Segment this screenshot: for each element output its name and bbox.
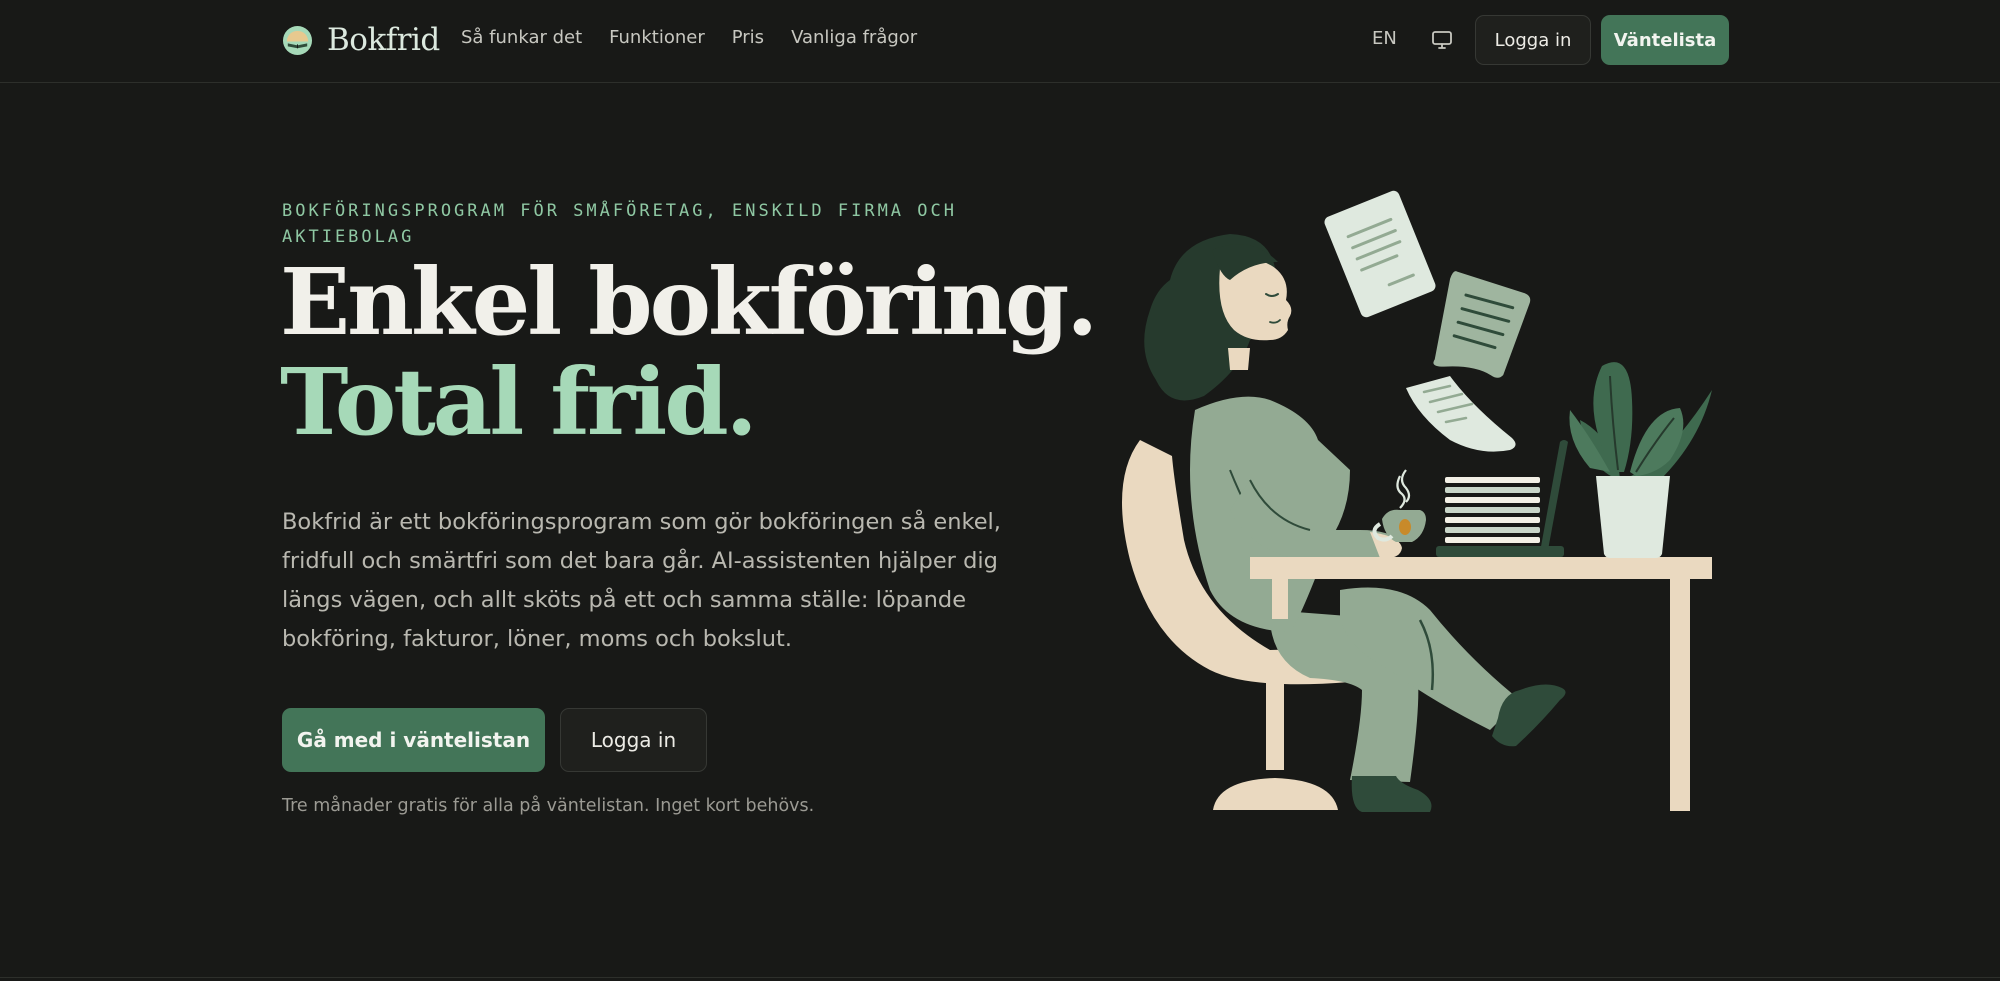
nav-item-pricing[interactable]: Pris [732, 27, 764, 48]
display-mode-toggle[interactable] [1428, 26, 1456, 54]
language-switch[interactable]: EN [1372, 28, 1397, 49]
floating-paper-icon [1406, 376, 1516, 452]
floating-paper-icon [1324, 190, 1436, 318]
main-nav: Så funkar det Funktioner Pris Vanliga fr… [461, 27, 917, 48]
potted-plant-icon [1569, 362, 1712, 558]
nav-item-how-it-works[interactable]: Så funkar det [461, 27, 582, 48]
hero-description: Bokfrid är ett bokföringsprogram som gör… [282, 509, 1001, 652]
desk-top [1250, 557, 1712, 579]
waitlist-note: Tre månader gratis för alla på väntelist… [282, 796, 815, 816]
nav-item-faq[interactable]: Vanliga frågor [791, 27, 917, 48]
headline-line-2: Total frid. [280, 348, 758, 456]
hero-headline: Enkel bokföring. Total frid. [280, 248, 1098, 456]
paper-stack-icon [1445, 477, 1540, 543]
join-waitlist-button[interactable]: Gå med i väntelistan [282, 708, 545, 772]
header-login-button[interactable]: Logga in [1475, 15, 1591, 65]
floating-paper-icon [1433, 271, 1531, 378]
relaxed-woman-at-desk-illustration [1122, 190, 1712, 812]
monitor-icon [1432, 31, 1452, 49]
headline-line-1: Enkel bokföring. [280, 248, 1098, 356]
hero-login-button[interactable]: Logga in [560, 708, 707, 772]
hero-eyebrow: Bokföringsprogram för småföretag, enskil… [282, 201, 957, 247]
brand-name: Bokfrid [327, 22, 440, 58]
brand-logo[interactable]: Bokfrid [282, 20, 440, 60]
section-divider [0, 977, 2000, 978]
header-waitlist-button[interactable]: Väntelista [1601, 15, 1729, 65]
coffee-cup-icon [1372, 469, 1426, 542]
site-header: Bokfrid Så funkar det Funktioner Pris Va… [0, 0, 2000, 83]
book-sunrise-logo-icon [282, 25, 313, 55]
nav-item-features[interactable]: Funktioner [609, 27, 705, 48]
